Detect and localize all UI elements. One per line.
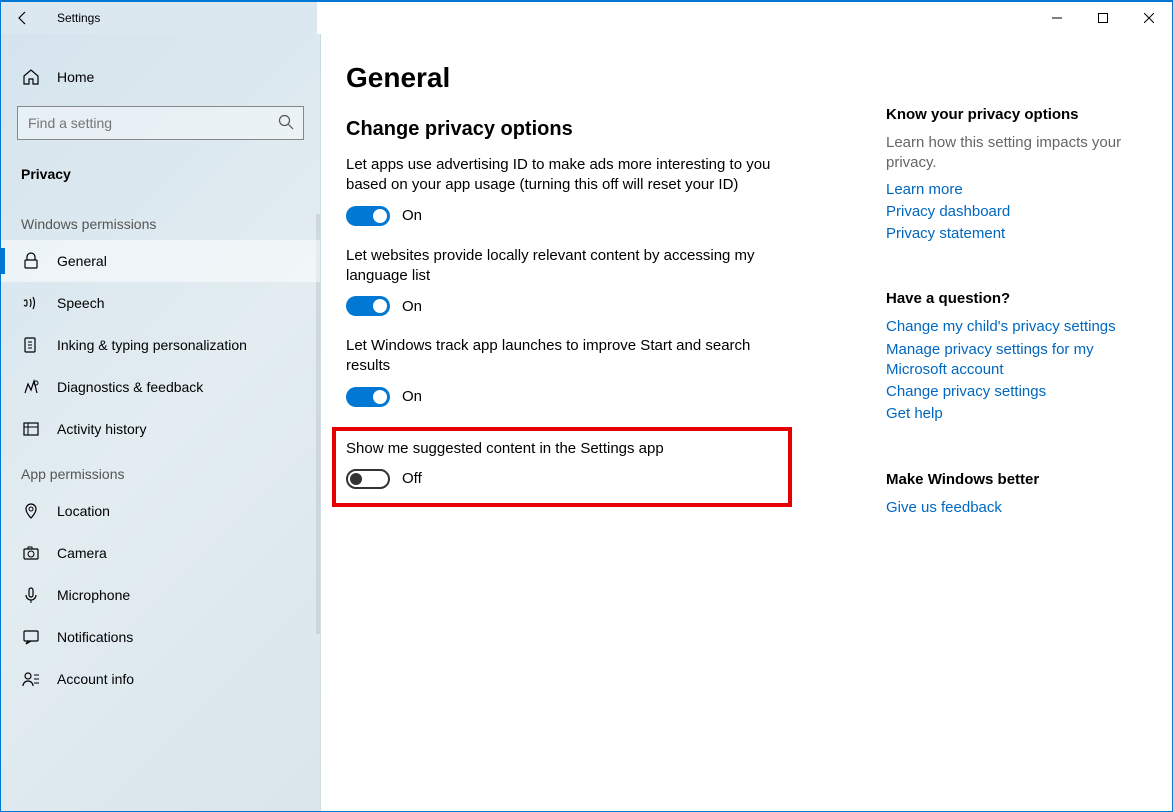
notifications-icon <box>21 628 41 646</box>
home-label: Home <box>57 69 94 85</box>
sidebar-item-accountinfo[interactable]: Account info <box>1 658 320 700</box>
lock-icon <box>21 252 41 270</box>
back-button[interactable] <box>1 2 45 34</box>
sidebar-item-label: Account info <box>57 671 134 687</box>
camera-icon <box>21 544 41 562</box>
sidebar-item-label: Location <box>57 503 110 519</box>
toggle-state: On <box>402 298 422 315</box>
maximize-button[interactable] <box>1080 2 1126 34</box>
speech-icon <box>21 294 41 312</box>
sidebar-item-label: Microphone <box>57 587 130 603</box>
question-section: Have a question? Change my child's priva… <box>886 290 1147 424</box>
inking-icon <box>21 336 41 354</box>
right-heading: Know your privacy options <box>886 106 1147 123</box>
sidebar-item-notifications[interactable]: Notifications <box>1 616 320 658</box>
sidebar-item-label: Inking & typing personalization <box>57 337 247 353</box>
sidebar-item-label: Speech <box>57 295 104 311</box>
sidebar-item-inking[interactable]: Inking & typing personalization <box>1 324 320 366</box>
diagnostics-icon <box>21 378 41 396</box>
sidebar: Home Privacy Windows permissions General… <box>1 34 321 811</box>
sidebar-item-label: Activity history <box>57 421 146 437</box>
setting-advertising-id: Let apps use advertising ID to make ads … <box>346 155 886 226</box>
highlighted-setting: Show me suggested content in the Setting… <box>332 427 792 507</box>
category-title: Privacy <box>1 158 320 200</box>
feedback-section: Make Windows better Give us feedback <box>886 471 1147 518</box>
group-app-permissions: App permissions <box>1 450 320 490</box>
activity-icon <box>21 420 41 438</box>
sidebar-item-label: Camera <box>57 545 107 561</box>
page-title: General <box>346 62 886 94</box>
link-privacy-statement[interactable]: Privacy statement <box>886 224 1126 244</box>
sidebar-item-diagnostics[interactable]: Diagnostics & feedback <box>1 366 320 408</box>
link-learn-more[interactable]: Learn more <box>886 180 1126 200</box>
close-button[interactable] <box>1126 2 1172 34</box>
toggle-state: Off <box>402 470 422 487</box>
right-text: Learn how this setting impacts your priv… <box>886 133 1126 174</box>
link-get-help[interactable]: Get help <box>886 404 1126 424</box>
setting-desc: Show me suggested content in the Setting… <box>346 439 778 459</box>
sidebar-item-label: Notifications <box>57 629 133 645</box>
sidebar-item-label: Diagnostics & feedback <box>57 379 203 395</box>
sidebar-item-microphone[interactable]: Microphone <box>1 574 320 616</box>
window-title: Settings <box>57 11 100 25</box>
setting-track-launches: Let Windows track app launches to improv… <box>346 336 886 407</box>
search-input[interactable] <box>17 106 304 140</box>
setting-desc: Let websites provide locally relevant co… <box>346 246 786 287</box>
link-ms-account-privacy[interactable]: Manage privacy settings for my Microsoft… <box>886 340 1126 381</box>
link-give-feedback[interactable]: Give us feedback <box>886 498 1126 518</box>
location-icon <box>21 502 41 520</box>
right-heading: Have a question? <box>886 290 1147 307</box>
account-icon <box>21 670 41 688</box>
sidebar-item-general[interactable]: General <box>1 240 320 282</box>
toggle-suggested-content[interactable] <box>346 469 390 489</box>
toggle-state: On <box>402 207 422 224</box>
section-title: Change privacy options <box>346 118 886 141</box>
sidebar-item-camera[interactable]: Camera <box>1 532 320 574</box>
titlebar: Settings <box>1 2 1172 34</box>
sidebar-item-location[interactable]: Location <box>1 490 320 532</box>
sidebar-item-label: General <box>57 253 107 269</box>
right-heading: Make Windows better <box>886 471 1147 488</box>
toggle-language-list[interactable] <box>346 296 390 316</box>
toggle-state: On <box>402 388 422 405</box>
setting-desc: Let Windows track app launches to improv… <box>346 336 786 377</box>
group-windows-permissions: Windows permissions <box>1 200 320 240</box>
link-child-privacy[interactable]: Change my child's privacy settings <box>886 317 1126 337</box>
home-nav[interactable]: Home <box>1 58 320 96</box>
toggle-advertising-id[interactable] <box>346 206 390 226</box>
microphone-icon <box>21 586 41 604</box>
minimize-button[interactable] <box>1034 2 1080 34</box>
sidebar-item-speech[interactable]: Speech <box>1 282 320 324</box>
setting-desc: Let apps use advertising ID to make ads … <box>346 155 786 196</box>
search-icon <box>278 114 294 135</box>
link-privacy-dashboard[interactable]: Privacy dashboard <box>886 202 1126 222</box>
privacy-options-section: Know your privacy options Learn how this… <box>886 106 1147 244</box>
home-icon <box>21 68 41 86</box>
sidebar-item-activity[interactable]: Activity history <box>1 408 320 450</box>
setting-language-list: Let websites provide locally relevant co… <box>346 246 886 317</box>
toggle-track-launches[interactable] <box>346 387 390 407</box>
link-change-privacy[interactable]: Change privacy settings <box>886 382 1126 402</box>
